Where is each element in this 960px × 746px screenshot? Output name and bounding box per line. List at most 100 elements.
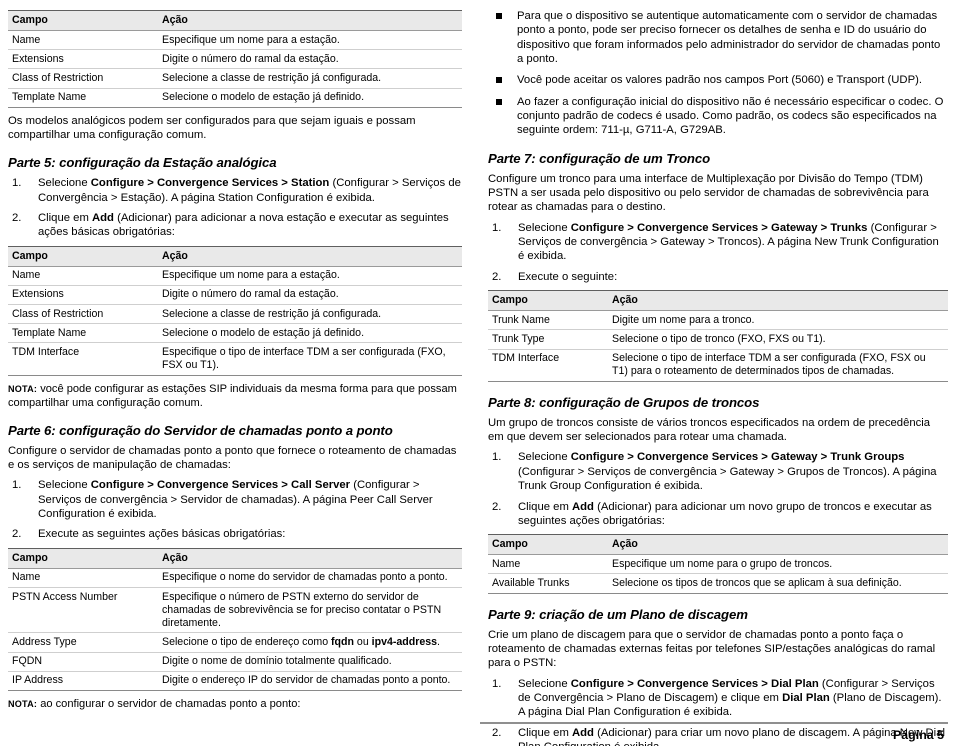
field-name: Name	[8, 30, 158, 51]
step-number: 2.	[12, 528, 22, 541]
action-text: Digite o endereço IP do servidor de cham…	[158, 671, 462, 691]
heading-part-5: Parte 5: configuração da Estação analógi…	[8, 155, 277, 171]
note-call-server: NOTA: ao configurar o servidor de chamad…	[8, 697, 462, 711]
action-text: Selecione o tipo de interface TDM a ser …	[608, 349, 948, 382]
table-row: IP Address Digite o endereço IP do servi…	[8, 671, 462, 691]
left-column: Campo Ação Name Especifique um nome para…	[0, 0, 480, 746]
table-row: Name Especifique um nome para a estação.	[8, 30, 462, 51]
square-bullet-icon	[496, 98, 502, 105]
action-text: Especifique o número de PSTN externo do …	[158, 587, 462, 634]
field-name: Name	[488, 554, 608, 575]
table-row: Trunk Type Selecione o tipo de tronco (F…	[488, 329, 948, 350]
table-header-row: Campo Ação	[488, 534, 948, 556]
table-header-row: Campo Ação	[8, 9, 462, 32]
table-row: Name Especifique um nome para o grupo de…	[488, 554, 948, 575]
step-number: 1.	[12, 479, 22, 492]
action-text: Especifique o tipo de interface TDM a se…	[158, 342, 462, 376]
step-number: 2.	[492, 500, 502, 513]
step-number: 2.	[492, 270, 502, 283]
action-text: Selecione o modelo de estação já definid…	[158, 88, 462, 108]
step-text-pre: Execute as seguintes ações básicas obrig…	[38, 528, 286, 541]
step-text-bold: Add	[572, 500, 594, 513]
action-text: Selecione o tipo de endereço como fqdn o…	[158, 632, 462, 653]
field-name: TDM Interface	[8, 342, 158, 376]
table-trunk: Campo Ação Trunk Name Digite um nome par…	[488, 290, 948, 382]
table-row: Extensions Digite o número do ramal da e…	[8, 49, 462, 70]
column-header-acao: Ação	[158, 547, 462, 569]
step-item: 1. Selecione Configure > Convergence Serv…	[488, 221, 948, 264]
table-row: Trunk Name Digite um nome para a tronco.	[488, 310, 948, 331]
action-text: Selecione os tipos de troncos que se apl…	[608, 573, 948, 594]
step-text-pre: Execute o seguinte:	[518, 270, 618, 283]
action-text: Especifique um nome para a estação.	[158, 266, 462, 286]
step-text-bold-2: Dial Plan	[782, 691, 830, 704]
field-name: Name	[8, 266, 158, 286]
step-text-bold: Configure > Convergence Services > Gatew…	[570, 451, 905, 464]
field-name: IP Address	[8, 671, 158, 691]
list-item: Ao fazer a configuração inicial do dispo…	[488, 95, 948, 138]
steps-part-5: 1. Selecione Configure > Convergence Serv…	[8, 176, 462, 239]
field-name: TDM Interface	[488, 349, 608, 382]
step-item: 1. Selecione Configure > Convergence Serv…	[8, 176, 462, 205]
field-name: Template Name	[8, 323, 158, 344]
square-bullet-icon	[496, 13, 502, 19]
field-name: Trunk Type	[488, 329, 608, 350]
column-header-acao: Ação	[608, 534, 948, 556]
step-item: 2. Execute as seguintes ações básicas obr…	[8, 527, 462, 541]
step-text-pre: Selecione	[518, 677, 571, 690]
table-row: Class of Restriction Selecione a classe …	[8, 68, 462, 89]
bold-term-fqdn: fqdn	[331, 635, 354, 648]
table-header-row: Campo Ação	[8, 547, 462, 569]
table-analog-station: Campo Ação Name Especifique um nome para…	[8, 245, 462, 376]
table-station-basic: Campo Ação Name Especifique um nome para…	[8, 9, 462, 108]
note-text: ao configurar o servidor de chamadas pon…	[37, 697, 301, 710]
field-name: Class of Restriction	[8, 68, 158, 89]
field-name: Extensions	[8, 49, 158, 70]
heading-part-8: Parte 8: configuração de Grupos de tronc…	[488, 394, 760, 410]
column-header-campo: Campo	[488, 290, 608, 312]
bullet-text: Você pode aceitar os valores padrão nos …	[517, 74, 923, 87]
step-text-bold: Configure > Convergence Services > Gatew…	[570, 221, 868, 234]
action-text: Selecione o modelo de estação já definid…	[158, 323, 462, 344]
table-row: Address Type Selecione o tipo de endereç…	[8, 632, 462, 653]
column-header-campo: Campo	[8, 547, 158, 569]
action-text-part: .	[437, 635, 440, 648]
step-text-bold: Configure > Convergence Services > Stati…	[90, 177, 330, 190]
step-item: 1. Selecione Configure > Convergence Serv…	[488, 677, 948, 720]
table-row: Name Especifique um nome para a estação.	[8, 266, 462, 286]
page-footer: Página 5	[480, 722, 948, 742]
table-row: TDM Interface Especifique o tipo de inte…	[8, 342, 462, 376]
bold-term-ipv4: ipv4-address	[371, 635, 438, 648]
step-number: 2.	[12, 212, 22, 224]
bullet-list-call-server-notes: Para que o dispositivo se autentique aut…	[488, 9, 948, 138]
step-text-pre: Selecione	[38, 479, 91, 492]
heading-part-9: Parte 9: criação de um Plano de discagem	[488, 606, 748, 622]
column-header-campo: Campo	[8, 245, 158, 267]
action-text-part: ou	[353, 635, 372, 648]
paragraph-part-9-intro: Crie um plano de discagem para que o ser…	[488, 628, 936, 670]
paragraph-analog-models: Os modelos analógicos podem ser configur…	[8, 114, 416, 141]
table-row: Available Trunks Selecione os tipos de t…	[488, 573, 948, 594]
paragraph-part-7-intro: Configure um tronco para uma interface d…	[488, 172, 929, 214]
field-name: Address Type	[8, 632, 158, 653]
step-number: 1.	[492, 677, 502, 690]
page-number: Página 5	[893, 728, 944, 742]
table-header-row: Campo Ação	[8, 245, 462, 267]
step-item: 1. Selecione Configure > Convergence Serv…	[488, 450, 948, 493]
column-header-acao: Ação	[158, 9, 462, 32]
step-item: 1. Selecione Configure > Convergence Serv…	[8, 478, 462, 521]
table-row: FQDN Digite o nome de domínio totalmente…	[8, 652, 462, 672]
table-header-row: Campo Ação	[488, 290, 948, 312]
document-page: Campo Ação Name Especifique um nome para…	[0, 0, 960, 746]
step-number: 1.	[492, 221, 502, 234]
step-text-pre: Selecione	[518, 221, 571, 234]
action-text: Especifique um nome para a estação.	[158, 30, 462, 51]
action-text: Selecione o tipo de tronco (FXO, FXS ou …	[608, 329, 948, 350]
table-row: Name Especifique o nome do servidor de c…	[8, 568, 462, 589]
heading-part-7: Parte 7: configuração de um Tronco	[488, 150, 711, 166]
field-name: FQDN	[8, 652, 158, 672]
action-text: Selecione a classe de restrição já confi…	[158, 68, 462, 89]
table-row: Template Name Selecione o modelo de esta…	[8, 323, 462, 344]
step-text-post: (Configurar > Serviços de convergência >…	[518, 465, 937, 493]
field-name: Class of Restriction	[8, 304, 158, 325]
